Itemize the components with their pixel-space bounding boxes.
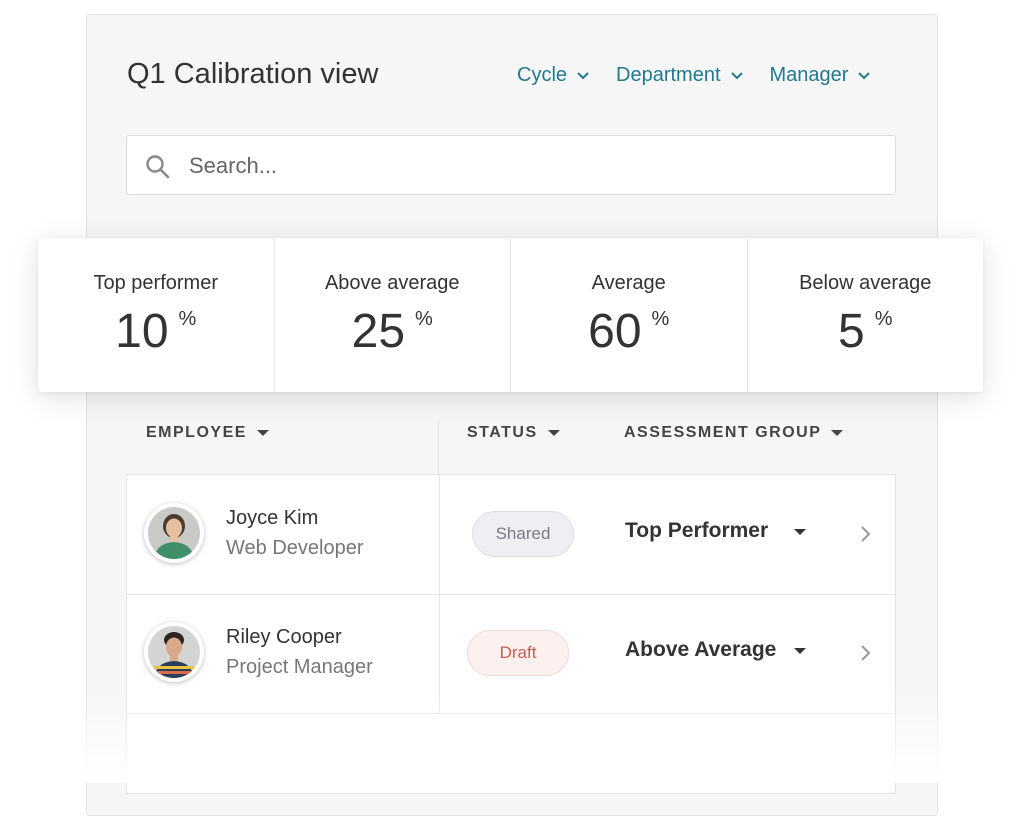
chevron-down-icon <box>858 71 871 79</box>
stat-unit: % <box>415 308 433 330</box>
avatar <box>144 503 204 563</box>
chevron-right-icon[interactable] <box>859 644 871 662</box>
performance-distribution: Top performer 10% Above average 25% Aver… <box>38 238 983 392</box>
caret-down-icon[interactable] <box>794 648 806 654</box>
stat-number: 25 <box>351 305 406 358</box>
stat-label: Top performer <box>93 272 219 294</box>
stat-below-average: Below average 5% <box>748 238 984 392</box>
column-header-employee[interactable]: EMPLOYEE <box>146 424 269 442</box>
bottom-fade <box>0 690 1024 783</box>
cycle-filter[interactable]: Cycle <box>517 64 590 87</box>
caret-down-icon <box>256 430 269 436</box>
column-header-label: EMPLOYEE <box>146 424 247 441</box>
department-filter-label: Department <box>616 64 721 86</box>
stat-above-average: Above average 25% <box>275 238 511 392</box>
stat-number: 5 <box>838 305 865 358</box>
search-icon <box>146 155 170 179</box>
employee-name: Riley Cooper <box>226 626 342 648</box>
stat-average: Average 60% <box>511 238 748 392</box>
chevron-down-icon <box>577 71 589 79</box>
stat-top-performer: Top performer 10% <box>38 238 275 392</box>
avatar <box>144 622 204 682</box>
caret-down-icon <box>831 430 844 436</box>
column-header-status[interactable]: STATUS <box>467 424 560 442</box>
stat-unit: % <box>651 308 670 330</box>
chevron-down-icon <box>730 71 743 79</box>
stat-value: 25% <box>275 304 511 359</box>
stat-label: Average <box>591 272 666 294</box>
column-header-label: ASSESSMENT GROUP <box>624 424 822 441</box>
stat-unit: % <box>178 308 197 330</box>
caret-down-icon <box>547 430 560 436</box>
assessment-group-select[interactable]: Top Performer <box>625 519 768 543</box>
filter-bar: Cycle Department Manager <box>517 64 871 87</box>
row-divider <box>439 475 440 594</box>
page-title: Q1 Calibration view <box>127 58 379 90</box>
column-header-assessment-group[interactable]: ASSESSMENT GROUP <box>624 424 844 442</box>
employee-role: Web Developer <box>226 537 364 559</box>
stat-value: 10% <box>38 304 274 359</box>
table-row[interactable]: Joyce Kim Web Developer Shared Top Perfo… <box>127 475 895 595</box>
stat-number: 60 <box>588 305 642 358</box>
employee-name: Joyce Kim <box>226 507 319 529</box>
stat-label: Below average <box>799 272 932 294</box>
search-box <box>126 135 896 196</box>
stat-value: 60% <box>511 304 747 359</box>
column-divider <box>438 420 439 474</box>
manager-filter[interactable]: Manager <box>770 64 872 87</box>
department-filter[interactable]: Department <box>616 64 744 87</box>
status-badge: Shared <box>472 511 574 557</box>
stat-unit: % <box>874 308 893 330</box>
caret-down-icon[interactable] <box>794 529 806 535</box>
avatar-icon <box>148 507 200 559</box>
search-input[interactable] <box>187 136 871 196</box>
stat-label: Above average <box>324 272 460 294</box>
avatar-icon <box>148 626 200 678</box>
stat-value: 5% <box>748 304 984 359</box>
chevron-right-icon[interactable] <box>859 525 871 543</box>
stat-number: 10 <box>115 305 169 358</box>
status-badge: Draft <box>467 630 569 676</box>
employee-role: Project Manager <box>226 656 373 678</box>
assessment-group-select[interactable]: Above Average <box>625 638 776 662</box>
cycle-filter-label: Cycle <box>517 64 568 86</box>
manager-filter-label: Manager <box>769 64 849 86</box>
column-header-label: STATUS <box>467 424 538 441</box>
